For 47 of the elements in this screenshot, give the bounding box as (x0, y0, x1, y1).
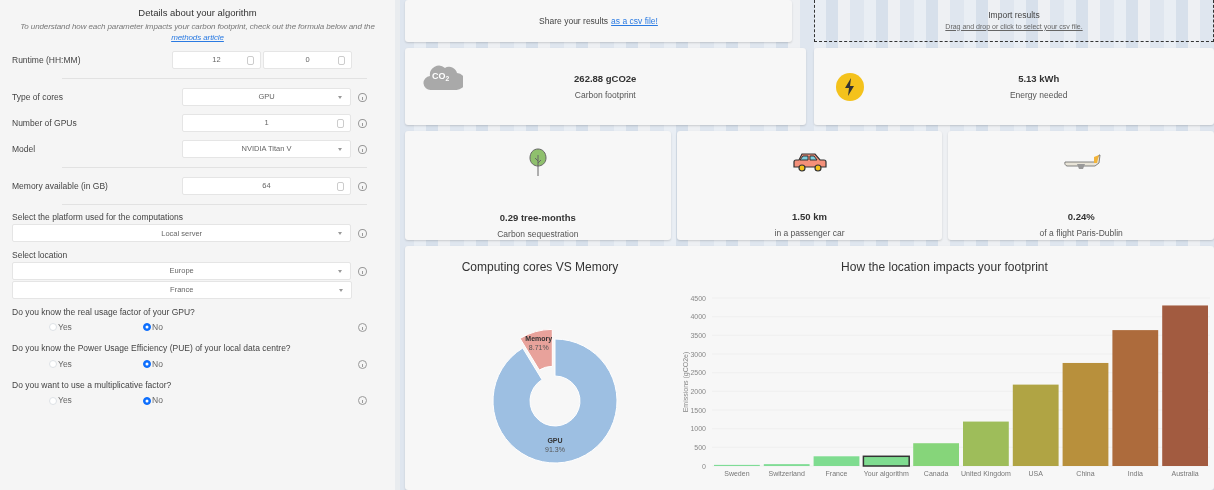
field-label: Select location (12, 248, 69, 262)
field-label: Runtime (HH:MM) (12, 53, 82, 67)
radio-button[interactable] (143, 323, 151, 332)
metric-value: 5.13 kWh (1018, 71, 1060, 86)
caret-icon (338, 269, 343, 273)
option-label: No (152, 394, 163, 408)
caret-icon (338, 95, 343, 99)
caret-icon (338, 288, 343, 292)
share-text: Share your results (539, 14, 609, 28)
caret-icon (338, 231, 343, 235)
metric-value: 1.50 km (792, 210, 827, 224)
option-label: No (152, 357, 163, 371)
car-icon (792, 150, 827, 173)
option-label: No (152, 320, 163, 334)
field-label: Memory available (in GB) (12, 179, 109, 193)
section-title: Details about your algorithm (137, 6, 258, 20)
question-label: Do you know the Power Usage Efficiency (PUE) of your local data centre? (12, 342, 292, 356)
question-label: Do you want to use a multiplicative factor? (12, 379, 173, 392)
option-label: Yes (58, 394, 72, 408)
chart-title: Computing cores VS Memory (461, 259, 619, 276)
intro-text: To understand how each parameter impacts your carbon footprint, check out the formula below and the methods article (19, 22, 376, 44)
question-label: Do you know the real usage factor of your GPU? (12, 305, 196, 319)
field-label: Number of GPUs (12, 116, 78, 130)
tree-icon (527, 147, 548, 177)
field-label: Model (12, 142, 37, 156)
airplane-icon (1061, 152, 1102, 171)
caret-icon (338, 147, 343, 151)
metric-caption: in a passenger car (774, 227, 845, 240)
metric-value: 262.88 gCO2e (574, 71, 637, 86)
import-title: Import results (988, 8, 1040, 22)
cloud-label: CO$_{2}$ (432, 70, 450, 84)
radio-button[interactable] (143, 360, 151, 369)
field-label: Type of cores (12, 90, 65, 104)
csv-link[interactable]: as a csv file! (611, 14, 658, 28)
chart-title: How the location impacts your footprint (841, 259, 1048, 276)
metric-value: 0.29 tree-months (499, 211, 576, 225)
metric-caption: Energy needed (1009, 88, 1068, 102)
metric-caption: Carbon sequestration (497, 228, 579, 241)
radio-button[interactable] (143, 396, 151, 405)
methods-link[interactable]: methods article (171, 32, 224, 42)
option-label: Yes (58, 357, 72, 371)
metric-caption: Carbon footprint (574, 88, 636, 102)
metric-value: 0.24% (1067, 210, 1095, 224)
metric-caption: of a flight Paris-Dublin (1039, 227, 1123, 240)
option-label: Yes (58, 320, 72, 334)
lightning-icon (835, 72, 864, 101)
field-label: Select the platform used for the computations (12, 211, 185, 224)
